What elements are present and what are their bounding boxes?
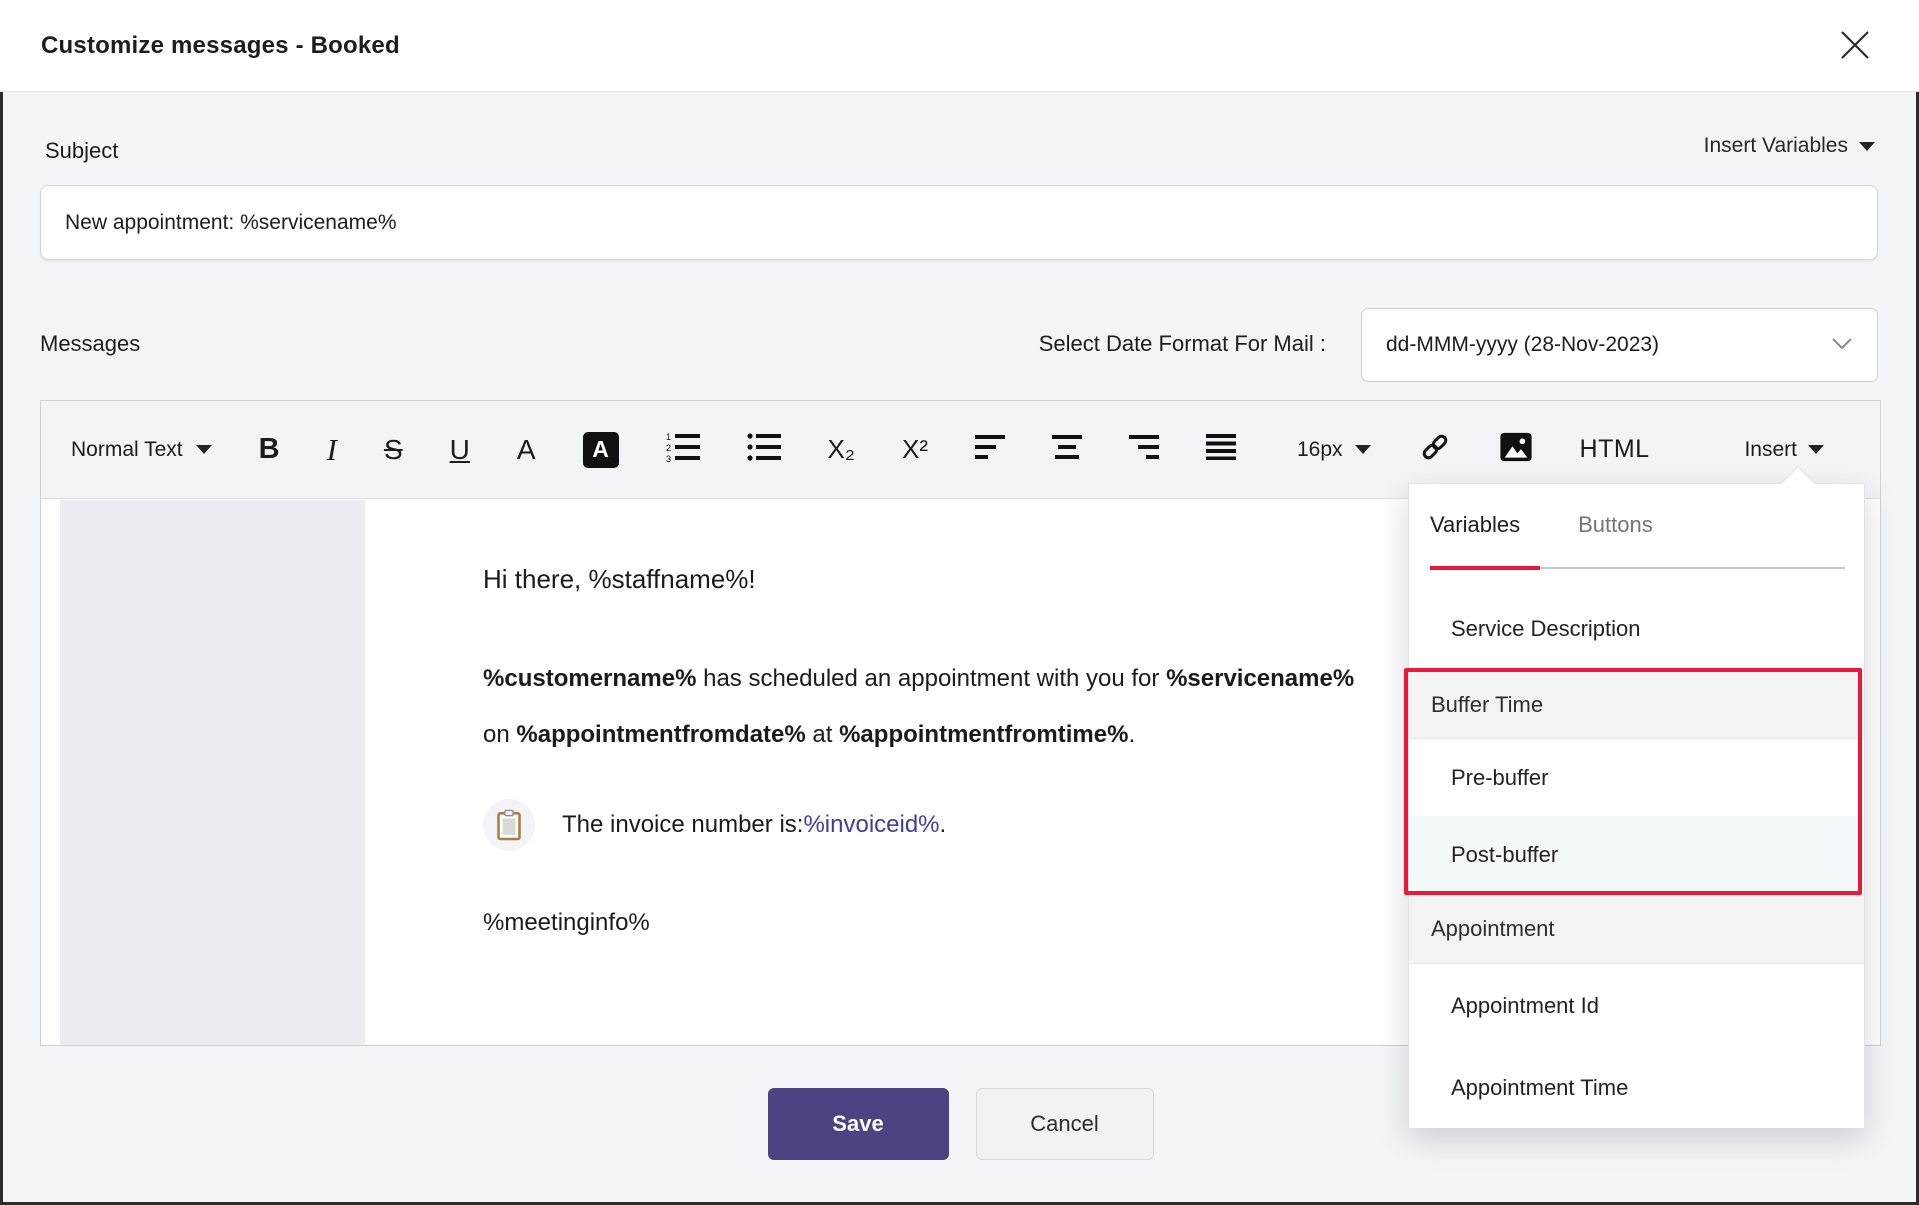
font-size-dropdown[interactable]: 16px: [1297, 438, 1371, 462]
align-right-icon: [1128, 434, 1159, 465]
justify-button[interactable]: [1205, 434, 1236, 465]
insert-menu-tabs: Variables Buttons: [1430, 512, 1653, 538]
modal-titlebar: Customize messages - Booked: [0, 0, 1919, 92]
tab-variables[interactable]: Variables: [1430, 512, 1520, 538]
invoice-suffix: .: [939, 811, 947, 838]
bullet-list-icon: [746, 432, 781, 467]
svg-text:2: 2: [666, 443, 671, 453]
appointment-paragraph: %customername% has scheduled an appointm…: [483, 651, 1363, 763]
link-button[interactable]: [1418, 430, 1452, 469]
active-tab-indicator: [1430, 566, 1540, 570]
subscript-button[interactable]: X₂: [828, 434, 855, 465]
paragraph-text: at: [805, 721, 840, 748]
customername-variable: %customername%: [483, 665, 697, 692]
save-button[interactable]: Save: [767, 1088, 949, 1160]
strikethrough-button[interactable]: S: [384, 434, 403, 466]
insert-variables-dropdown[interactable]: Insert Variables: [1704, 134, 1875, 158]
align-right-button[interactable]: [1128, 434, 1159, 465]
insert-menu-panel: Variables Buttons Service Description Bu…: [1408, 483, 1865, 1128]
page-title: Customize messages - Booked: [41, 32, 400, 59]
menu-item-pre-buffer[interactable]: Pre-buffer: [1409, 739, 1864, 816]
paragraph-format-dropdown[interactable]: Normal Text: [71, 438, 212, 462]
image-icon: [1499, 431, 1533, 468]
link-icon: [1418, 430, 1452, 469]
chevron-down-icon: [1831, 333, 1853, 357]
paragraph-format-label: Normal Text: [71, 437, 183, 461]
italic-button[interactable]: I: [327, 432, 337, 468]
subject-label: Subject: [45, 138, 119, 163]
date-format-label: Select Date Format For Mail :: [1038, 331, 1326, 356]
ordered-list-icon: 1 2 3: [666, 432, 700, 467]
invoiceid-variable: %invoiceid%: [803, 811, 940, 838]
appointmentfromdate-variable: %appointmentfromdate%: [516, 721, 806, 748]
chevron-down-icon: [1808, 445, 1824, 454]
bold-button[interactable]: B: [259, 433, 280, 466]
subject-input[interactable]: [40, 185, 1878, 260]
menu-header-appointment: Appointment: [1409, 894, 1864, 964]
servicename-variable: %servicename%: [1166, 665, 1355, 692]
align-left-icon: [974, 434, 1005, 465]
invoice-text: The invoice number is:%invoiceid%.: [562, 811, 946, 839]
font-size-label: 16px: [1296, 437, 1343, 461]
background-color-button[interactable]: A: [582, 431, 619, 468]
chevron-down-icon: [1859, 141, 1875, 151]
insert-dropdown[interactable]: Insert: [1744, 438, 1824, 462]
cancel-button[interactable]: Cancel: [975, 1088, 1154, 1160]
chevron-down-icon: [1354, 445, 1371, 454]
menu-item-service-description[interactable]: Service Description: [1409, 586, 1864, 671]
close-icon: [1837, 27, 1873, 66]
font-color-button[interactable]: A: [517, 434, 536, 466]
menu-item-appointment-id[interactable]: Appointment Id: [1409, 964, 1864, 1047]
align-left-button[interactable]: [974, 434, 1005, 465]
insert-label: Insert: [1744, 437, 1797, 461]
align-center-button[interactable]: [1051, 434, 1082, 465]
editor-side-placeholder: [60, 500, 365, 1045]
chevron-down-icon: [195, 445, 212, 454]
paragraph-text: on: [483, 721, 517, 748]
insert-variables-label: Insert Variables: [1703, 134, 1848, 157]
paragraph-text: has scheduled an appointment with you fo…: [696, 665, 1167, 692]
justify-icon: [1205, 434, 1236, 465]
underline-button[interactable]: U: [450, 434, 470, 466]
html-button[interactable]: HTML: [1580, 435, 1650, 464]
clipboard-icon: [483, 799, 535, 851]
close-button[interactable]: [1833, 24, 1877, 68]
date-format-value: dd-MMM-yyyy (28-Nov-2023): [1386, 333, 1660, 356]
svg-text:3: 3: [666, 454, 671, 462]
image-button[interactable]: [1499, 431, 1533, 468]
menu-item-appointment-time[interactable]: Appointment Time: [1409, 1047, 1864, 1128]
variables-list: Service Description Buffer Time Pre-buff…: [1409, 586, 1864, 1128]
svg-text:1: 1: [666, 432, 671, 442]
ordered-list-button[interactable]: 1 2 3: [666, 432, 700, 467]
customize-messages-modal: Customize messages - Booked Insert Varia…: [0, 0, 1919, 1205]
superscript-button[interactable]: X²: [902, 434, 928, 465]
tab-buttons[interactable]: Buttons: [1578, 512, 1653, 538]
appointmentfromtime-variable: %appointmentfromtime%: [839, 721, 1129, 748]
align-center-icon: [1051, 434, 1082, 465]
menu-header-buffer-time: Buffer Time: [1409, 671, 1864, 739]
date-format-select[interactable]: dd-MMM-yyyy (28-Nov-2023): [1361, 308, 1878, 382]
bullet-list-button[interactable]: [746, 432, 781, 467]
menu-item-post-buffer[interactable]: Post-buffer: [1409, 816, 1864, 894]
messages-label: Messages: [40, 331, 141, 356]
invoice-prefix: The invoice number is:: [562, 811, 804, 838]
paragraph-text: .: [1128, 721, 1136, 748]
